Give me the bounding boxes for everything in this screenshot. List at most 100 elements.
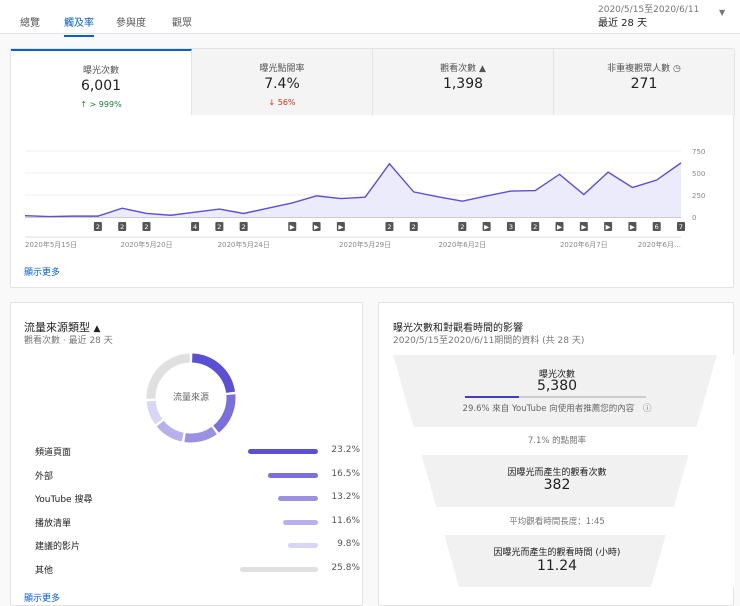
video-marker-label: 7 <box>679 223 683 231</box>
metric-label: 觀看次數 ▲ <box>440 64 486 74</box>
video-marker-label: 2 <box>412 223 416 231</box>
recommend-progress-fill <box>465 396 519 398</box>
metric-tab[interactable]: 觀看次數 ▲ 1,398 <box>373 49 554 115</box>
x-tick-label: 2020年6月… <box>638 240 681 249</box>
avg-duration-text: 平均觀看時間長度：1:45 <box>509 517 605 527</box>
x-tick-label: 2020年5月15日 <box>25 240 77 249</box>
traffic-source-row[interactable]: 頻道頁面 23.2% <box>35 445 360 459</box>
traffic-source-row[interactable]: 播放清單 11.6% <box>35 516 360 530</box>
video-marker-label: 4 <box>193 223 197 231</box>
traffic-source-label: 其他 <box>35 565 54 576</box>
donut-segment[interactable] <box>191 353 236 394</box>
traffic-source-bar <box>240 566 318 572</box>
metric-label: 非重複觀眾人數 ◷ <box>607 64 681 74</box>
date-range-label[interactable]: 最近 28 天 <box>598 14 647 29</box>
impressions-chart: 750 500 250 0 2 2 2 4 2 2 ▶ ▶ ▶ 2 2 2 ▶ 3 2 ▶ ▶ ▶ ▶ 6 7 2020年5月15… <box>24 148 705 249</box>
metric-delta: ↑ > 999% <box>80 100 122 109</box>
video-marker-label: ▶ <box>630 223 635 231</box>
traffic-source-bar <box>288 543 318 548</box>
info-icon[interactable]: ⓘ <box>643 404 652 414</box>
watch-time-label: 因曝光而產生的觀看時間 (小時) <box>493 548 621 558</box>
metric-value: 271 <box>630 76 658 92</box>
traffic-source-bar <box>248 449 318 454</box>
traffic-source-label: YouTube 搜尋 <box>35 495 93 505</box>
traffic-source-pct: 16.5% <box>331 468 360 479</box>
tab-reach[interactable]: 觸及率 <box>64 14 94 37</box>
tab-audience[interactable]: 觀眾 <box>172 14 192 35</box>
video-marker-label: 2 <box>533 223 537 231</box>
tab-overview[interactable]: 總覽 <box>20 14 40 35</box>
funnel-title: 曝光次數和對觀看時間的影響 <box>393 323 523 334</box>
video-marker-label: 2 <box>144 223 148 231</box>
video-marker-label: 2 <box>120 223 124 231</box>
video-marker-label: 2 <box>387 223 391 231</box>
impressions-value: 5,380 <box>536 378 578 394</box>
video-marker-label: 2 <box>460 223 464 231</box>
traffic-show-more-link[interactable]: 顯示更多 <box>24 591 60 604</box>
traffic-subtitle: 觀看次數 · 最近 28 天 <box>24 336 113 346</box>
y-tick-label: 250 <box>692 192 705 200</box>
metric-tab[interactable]: 曝光點閱率 7.4% ↓ 56% <box>192 49 373 115</box>
recommend-text-label: 29.6% 來自 YouTube 向使用者推薦您的內容 <box>462 404 635 414</box>
donut-segment[interactable] <box>156 420 184 442</box>
traffic-source-label: 外部 <box>35 471 54 482</box>
traffic-source-pct: 11.6% <box>331 515 360 526</box>
show-more-link[interactable]: 顯示更多 <box>24 265 60 278</box>
traffic-source-row[interactable]: 建議的影片 9.8% <box>35 539 360 553</box>
metric-value: 7.4% <box>264 76 300 92</box>
traffic-source-row[interactable]: 外部 16.5% <box>35 469 360 483</box>
video-marker-label: 2 <box>242 223 246 231</box>
reach-chart-card: 曝光次數 6,001 ↑ > 999% 曝光點閱率 7.4% ↓ 56% 觀看次數 ▲ 1,3… <box>10 48 735 288</box>
donut-label: 流量來源 <box>172 393 209 403</box>
ctr-text: 7.1% 的點閱率 <box>527 436 587 446</box>
traffic-source-label: 頻道頁面 <box>35 448 72 458</box>
metric-label: 曝光點閱率 <box>259 64 305 74</box>
x-tick-label: 2020年6月7日 <box>560 240 608 249</box>
funnel-card: 曝光次數和對觀看時間的影響 2020/5/15至2020/6/11期間的資料 (… <box>378 302 735 606</box>
traffic-source-card: 流量來源類型 ▲ 觀看次數 · 最近 28 天 流量來源 頻道頁面 23.2% 外部… <box>10 302 363 606</box>
recommend-progress <box>465 396 646 398</box>
video-marker-label: ▶ <box>290 223 295 231</box>
traffic-source-row[interactable]: 其他 25.8% <box>35 563 360 577</box>
video-marker-label: ▶ <box>581 223 586 231</box>
x-tick-label: 2020年5月24日 <box>218 240 270 249</box>
traffic-source-pct: 23.2% <box>331 445 360 455</box>
funnel-subtitle: 2020/5/15至2020/6/11期間的資料 (共 28 天) <box>393 336 585 346</box>
traffic-source-pct: 9.8% <box>337 539 360 549</box>
video-marker-label: ▶ <box>338 223 343 231</box>
top-bar: 總覽 觸及率 參與度 觀眾 2020/5/15至2020/6/11 最近 28 … <box>0 0 740 37</box>
chevron-down-icon[interactable]: ▼ <box>719 8 725 17</box>
views-value: 382 <box>543 477 571 493</box>
video-marker-label: ▶ <box>314 223 319 231</box>
traffic-source-row[interactable]: YouTube 搜尋 13.2% <box>35 492 360 506</box>
traffic-source-label: 建議的影片 <box>35 542 81 552</box>
watch-time-value: 11.24 <box>536 558 578 574</box>
video-marker-label: ▶ <box>557 223 562 231</box>
x-tick-label: 2020年5月20日 <box>120 240 172 249</box>
x-tick-label: 2020年6月2日 <box>438 240 486 249</box>
metric-tab[interactable]: 曝光次數 6,001 ↑ > 999% <box>11 49 192 115</box>
traffic-source-pct: 25.8% <box>331 562 360 573</box>
recommend-text: 29.6% 來自 YouTube 向使用者推薦您的內容 ⓘ <box>387 402 727 414</box>
metric-value: 1,398 <box>442 76 484 92</box>
funnel: 曝光次數 5,380 29.6% 來自 YouTube 向使用者推薦您的內容 ⓘ… <box>387 355 727 587</box>
metric-value: 6,001 <box>80 78 122 94</box>
tab-engagement[interactable]: 參與度 <box>116 14 146 35</box>
donut-segment[interactable] <box>184 426 217 443</box>
traffic-source-bar <box>283 519 318 525</box>
traffic-source-label: 播放清單 <box>35 518 72 529</box>
video-marker-label: 6 <box>655 223 659 231</box>
video-marker-label: 2 <box>96 223 100 231</box>
metric-tab[interactable]: 非重複觀眾人數 ◷ 271 <box>554 49 735 115</box>
y-tick-label: 750 <box>692 148 705 156</box>
video-marker-label: 2 <box>217 223 221 231</box>
x-tick-label: 2020年5月29日 <box>339 240 391 249</box>
y-tick-label: 500 <box>692 170 705 178</box>
donut-segment[interactable] <box>146 400 163 425</box>
y-tick-label: 0 <box>692 214 696 222</box>
traffic-source-bar <box>268 472 318 478</box>
video-marker-label: ▶ <box>484 223 489 231</box>
video-marker-label: 3 <box>509 223 513 231</box>
traffic-source-pct: 13.2% <box>331 492 360 502</box>
metric-delta: ↓ 56% <box>268 98 296 107</box>
